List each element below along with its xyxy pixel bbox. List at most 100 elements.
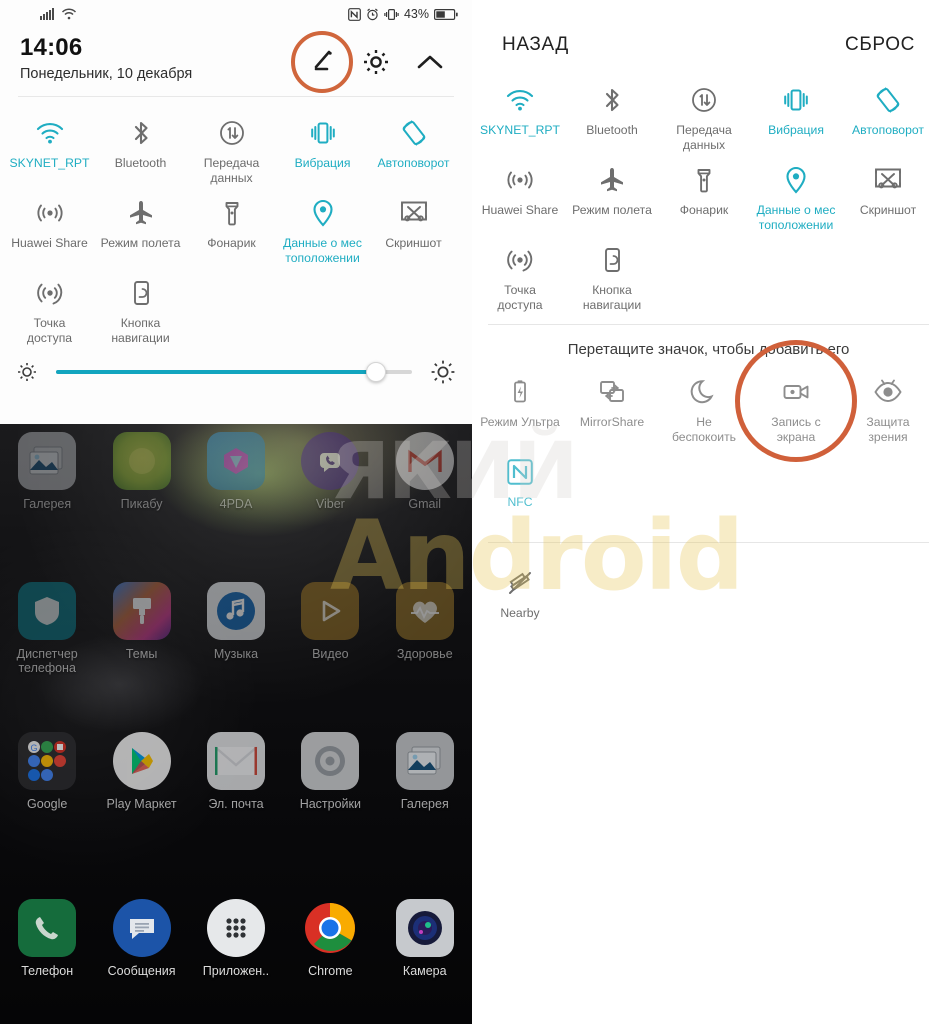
flashlight-icon	[225, 202, 238, 226]
quick-tile-данные-о-мес-тоположении[interactable]: Данные о мес тоположении	[750, 152, 842, 232]
app-video[interactable]: Видео	[283, 582, 377, 675]
location-pin-icon	[312, 199, 333, 227]
quick-tile-автоповорот[interactable]: Автоповорот	[842, 72, 934, 152]
app-viber[interactable]: Viber	[283, 432, 377, 511]
quick-tile-передача-данных[interactable]: Передача данных	[658, 72, 750, 152]
app-email[interactable]: Эл. почта	[189, 732, 283, 811]
app-phone[interactable]: Телефон	[0, 899, 94, 978]
quick-tile-label: Автоповорот	[852, 123, 924, 137]
app-gallery[interactable]: Галерея	[0, 432, 94, 511]
chrome-icon	[301, 899, 359, 957]
quick-tile-mirrorshare[interactable]: MirrorShare	[566, 364, 658, 444]
quick-tile-кнопка-навигации[interactable]: Кнопка навигации	[95, 267, 186, 347]
quick-tile-режим-полета[interactable]: Режим полета	[95, 187, 186, 267]
video-icon	[301, 582, 360, 640]
quick-tile-label: Фонарик	[207, 236, 256, 250]
app-settings[interactable]: Настройки	[283, 732, 377, 811]
quick-tile-label: Скриншот	[859, 203, 917, 217]
app-gallery-2[interactable]: Галерея	[378, 732, 472, 811]
app-play-store[interactable]: Play Маркет	[94, 732, 188, 811]
app-phone-manager[interactable]: Диспетчер телефона	[0, 582, 94, 675]
back-button[interactable]: НАЗАД	[502, 34, 569, 56]
location-pin-icon	[781, 164, 811, 196]
quick-tile-label: Запись с экрана	[771, 415, 821, 444]
edit-tiles-button[interactable]	[291, 31, 353, 93]
brightness-track[interactable]	[56, 362, 412, 382]
wifi-icon	[505, 84, 535, 116]
brightness-slider-row[interactable]	[0, 347, 472, 393]
app-chrome[interactable]: Chrome	[283, 899, 377, 978]
app-label: Музыка	[213, 647, 259, 661]
collapse-button[interactable]	[406, 38, 454, 86]
mobile-data-icon	[692, 88, 716, 112]
app-google-folder[interactable]: G Google	[0, 732, 94, 811]
do-not-disturb-moon-icon	[689, 376, 719, 408]
quick-tile-защита-зрения[interactable]: Защита зрения	[842, 364, 934, 444]
quick-tile-фонарик[interactable]: Фонарик	[658, 152, 750, 232]
quick-tile-label: Точка доступа	[26, 316, 73, 345]
edit-header: НАЗАД СБРОС	[472, 0, 945, 72]
quick-tile-фонарик[interactable]: Фонарик	[186, 187, 277, 267]
home-screen: Галерея Пикабу 4PDA Viber Gmail Диспетче…	[0, 424, 472, 1024]
app-label: Камера	[402, 964, 447, 978]
reset-button[interactable]: СБРОС	[845, 34, 915, 56]
nfc-icon	[348, 7, 361, 21]
settings-gear-icon	[301, 732, 360, 790]
flashlight-icon	[697, 169, 711, 193]
quick-tile-label: Кнопка навигации	[582, 283, 642, 312]
active-tiles-grid: SKYNET_RPT Bluetooth Передача данных Вибрац…	[472, 72, 945, 312]
svg-text:G: G	[31, 743, 38, 753]
quick-tile-label: Защита зрения	[866, 415, 910, 444]
quick-tile-режим-ультра[interactable]: Режим Ультра	[474, 364, 566, 444]
app-messages[interactable]: Сообщения	[94, 899, 188, 978]
screen-record-icon	[783, 385, 809, 399]
app-gmail[interactable]: Gmail	[378, 432, 472, 511]
quick-tile-кнопка-навигации[interactable]: Кнопка навигации	[566, 232, 658, 312]
status-bar: 43%	[0, 0, 472, 28]
quick-tile-точка-доступа[interactable]: Точка доступа	[474, 232, 566, 312]
mobile-data-icon	[217, 117, 247, 149]
quick-tile-label: Nearby	[500, 606, 540, 620]
quick-tile-не-беспокоить[interactable]: Не беспокоить	[658, 364, 750, 444]
quick-tile-скриншот[interactable]: Скриншот	[842, 152, 934, 232]
hotspot-icon	[35, 277, 65, 309]
quick-tile-skynet_rpt[interactable]: SKYNET_RPT	[4, 107, 95, 187]
quick-tile-huawei-share[interactable]: Huawei Share	[4, 187, 95, 267]
brightness-knob[interactable]	[366, 362, 387, 382]
quick-tile-huawei-share[interactable]: Huawei Share	[474, 152, 566, 232]
quick-tile-label: Bluetooth	[114, 156, 167, 170]
quick-tile-данные-о-мес-тоположении[interactable]: Данные о мес тоположении	[277, 187, 368, 267]
quick-tile-nfc[interactable]: NFC	[474, 444, 566, 520]
app-pikabu[interactable]: Пикабу	[94, 432, 188, 511]
app-label: 4PDA	[219, 497, 253, 511]
app-themes[interactable]: Темы	[94, 582, 188, 675]
app-drawer[interactable]: Приложен..	[189, 899, 283, 978]
quick-tile-передача-данных[interactable]: Передача данных	[186, 107, 277, 187]
bluetooth-icon	[134, 121, 148, 145]
app-music[interactable]: Музыка	[189, 582, 283, 675]
app-health[interactable]: Здоровье	[378, 582, 472, 675]
app-label: Темы	[125, 647, 158, 661]
quick-tile-label: Режим полета	[100, 236, 181, 250]
screenshot-icon	[873, 164, 903, 196]
app-label: Телефон	[21, 964, 74, 978]
quick-tile-bluetooth[interactable]: Bluetooth	[566, 72, 658, 152]
quick-tile-вибрация[interactable]: Вибрация	[277, 107, 368, 187]
app-camera[interactable]: Камера	[378, 899, 472, 978]
nav-button-icon	[126, 277, 156, 309]
quick-tile-скриншот[interactable]: Скриншот	[368, 187, 459, 267]
quick-tile-вибрация[interactable]: Вибрация	[750, 72, 842, 152]
quick-tile-запись-с-экрана[interactable]: Запись с экрана	[735, 340, 857, 462]
quick-tile-skynet_rpt[interactable]: SKYNET_RPT	[474, 72, 566, 152]
app-label: Галерея	[23, 497, 72, 511]
quick-tile-label: Передача данных	[203, 156, 260, 185]
quick-tile-точка-доступа[interactable]: Точка доступа	[4, 267, 95, 347]
quick-tile-режим-полета[interactable]: Режим полета	[566, 152, 658, 232]
quick-tile-автоповорот[interactable]: Автоповорот	[368, 107, 459, 187]
quick-tile-nearby[interactable]: Nearby	[474, 555, 566, 631]
app-4pda[interactable]: 4PDA	[189, 432, 283, 511]
quick-tile-bluetooth[interactable]: Bluetooth	[95, 107, 186, 187]
settings-button[interactable]	[352, 38, 400, 86]
do-not-disturb-moon-icon	[690, 380, 714, 404]
wifi-icon	[61, 8, 77, 20]
